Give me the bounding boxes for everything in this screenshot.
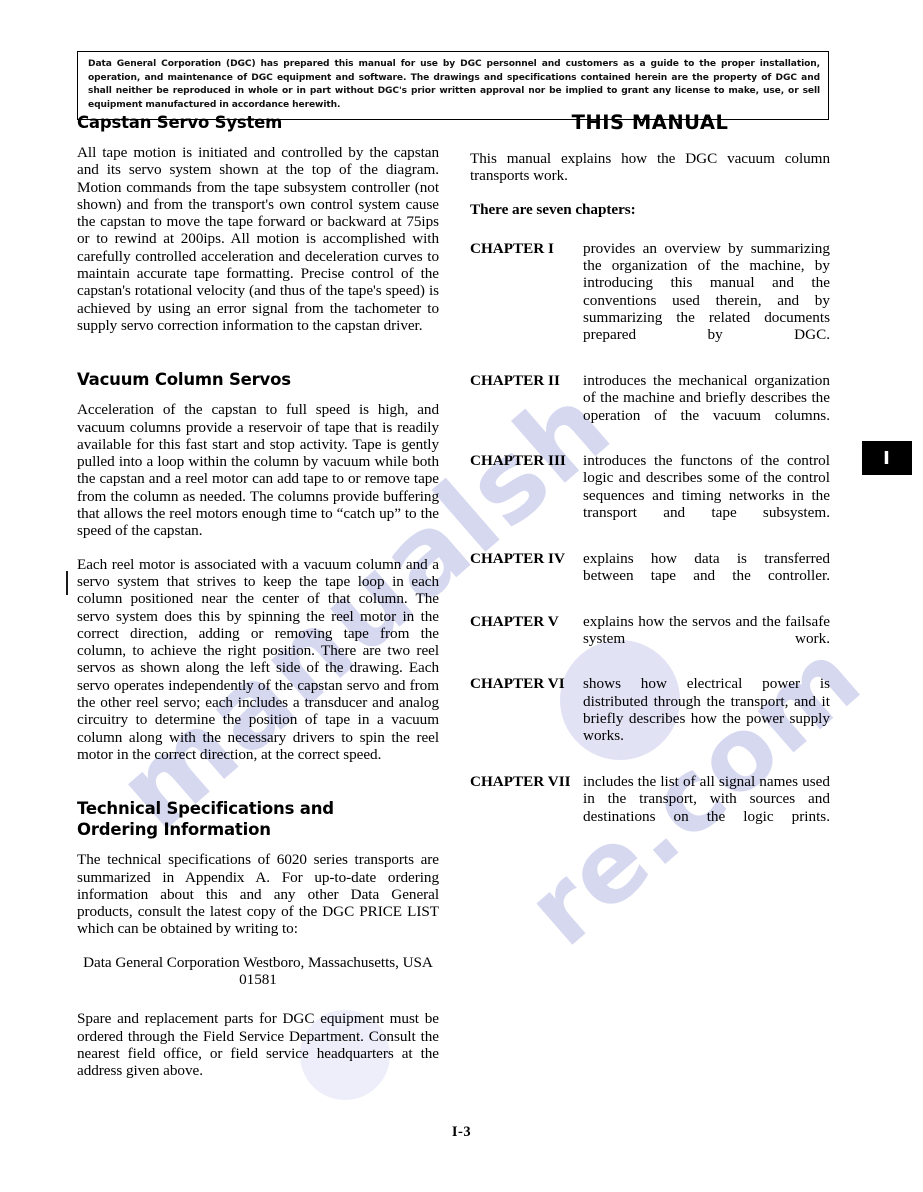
chapter-label: CHAPTER V xyxy=(470,612,559,630)
chapter-description: shows how electrical power is distribute… xyxy=(583,675,830,745)
document-page: Data General Corporation (DGC) has prepa… xyxy=(0,0,923,1192)
legal-notice-box: Data General Corporation (DGC) has prepa… xyxy=(77,51,829,121)
right-column: THIS MANUAL This manual explains how the… xyxy=(470,112,830,853)
paragraph-technical-specifications: The technical specifications of 6020 ser… xyxy=(77,851,439,938)
paragraph-vacuum-columns-1: Acceleration of the capstan to full spee… xyxy=(77,401,439,540)
page-footer: I-3 xyxy=(0,1124,923,1141)
page-number: I-3 xyxy=(451,1124,472,1140)
chapter-label: CHAPTER I xyxy=(470,239,554,257)
page-title-this-manual: THIS MANUAL xyxy=(571,111,729,134)
paragraph-vacuum-columns-2: Each reel motor is associated with a vac… xyxy=(77,555,439,763)
chapters-lead-in: There are seven chapters: xyxy=(470,200,636,218)
chapter-row: CHAPTER V explains how the servos and th… xyxy=(470,613,830,665)
paragraph-spare-parts: Spare and replacement parts for DGC equi… xyxy=(77,1010,439,1080)
chapter-description: introduces the mechanical organization o… xyxy=(583,371,830,424)
paragraph-manual-intro: This manual explains how the DGC vacuum … xyxy=(470,150,830,185)
chapter-description: includes the list of all signal names us… xyxy=(583,772,830,825)
address-block: Data General Corporation Westboro, Massa… xyxy=(83,953,433,988)
margin-change-bar xyxy=(66,571,68,595)
chapter-label: CHAPTER IV xyxy=(470,549,565,567)
chapter-thumb-tab: I xyxy=(862,441,912,475)
section-heading-technical-specifications-line2: Ordering Information xyxy=(77,820,271,840)
chapter-row: CHAPTER VI shows how electrical power is… xyxy=(470,675,830,761)
chapter-list: CHAPTER I provides an overview by summar… xyxy=(470,240,830,842)
chapter-label: CHAPTER VI xyxy=(470,675,565,693)
chapter-label: CHAPTER VII xyxy=(470,772,571,790)
chapter-description: explains how the servos and the failsafe… xyxy=(583,612,830,647)
section-heading-technical-specifications-line1: Technical Specifications and xyxy=(77,799,334,819)
chapter-row: CHAPTER VII includes the list of all sig… xyxy=(470,773,830,842)
chapter-row: CHAPTER II introduces the mechanical org… xyxy=(470,372,830,441)
legal-notice-text: Data General Corporation (DGC) has prepa… xyxy=(88,59,820,110)
chapter-description: introduces the functons of the control l… xyxy=(583,452,830,522)
chapter-row: CHAPTER IV explains how data is transfer… xyxy=(470,550,830,602)
chapter-thumb-tab-label: I xyxy=(883,447,891,469)
chapter-description: provides an overview by summarizing the … xyxy=(583,239,830,344)
paragraph-capstan-servo: All tape motion is initiated and control… xyxy=(77,144,439,334)
chapter-label: CHAPTER II xyxy=(470,371,560,389)
left-column: Capstan Servo System All tape motion is … xyxy=(77,112,439,1079)
chapter-description: explains how data is transferred between… xyxy=(583,549,830,584)
chapter-row: CHAPTER III introduces the functons of t… xyxy=(470,452,830,538)
section-heading-capstan-servo-system: Capstan Servo System xyxy=(77,113,283,132)
chapter-row: CHAPTER I provides an overview by summar… xyxy=(470,240,830,361)
chapter-label: CHAPTER III xyxy=(470,452,566,470)
section-heading-vacuum-column-servos: Vacuum Column Servos xyxy=(77,370,291,390)
